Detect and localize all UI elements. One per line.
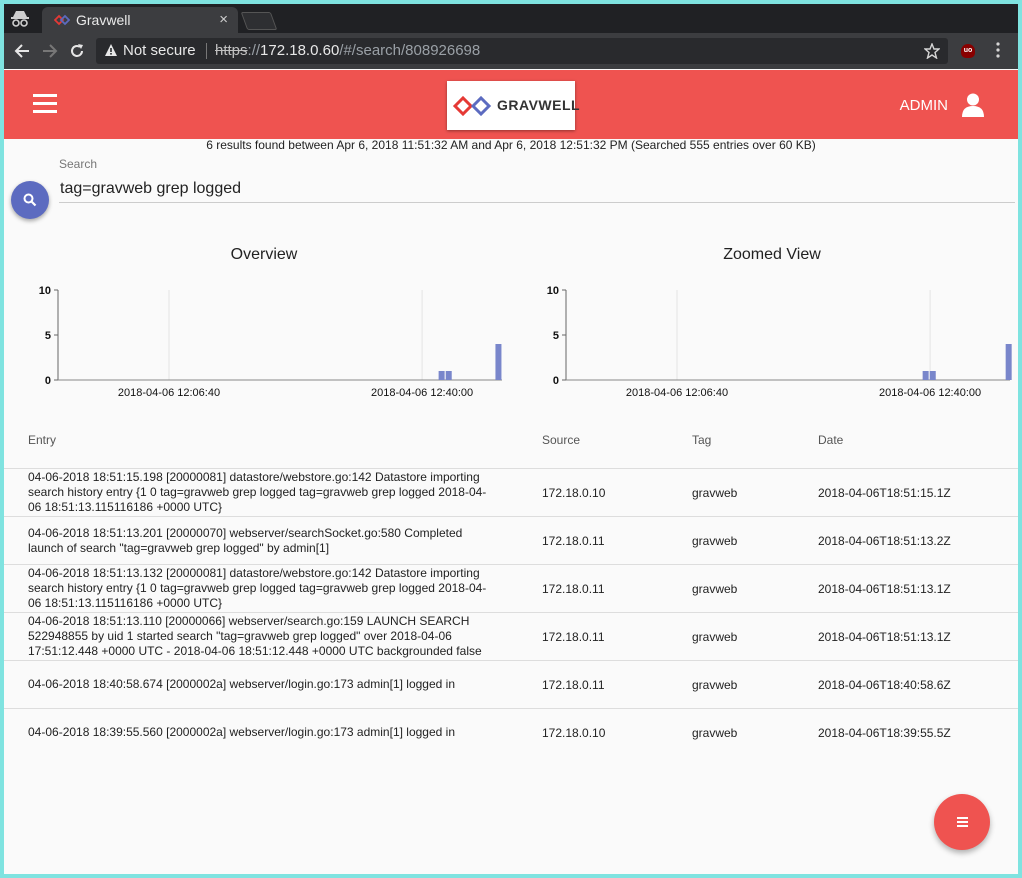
- url-host: 172.18.0.60: [260, 42, 340, 59]
- tab-close-icon[interactable]: ×: [219, 11, 228, 28]
- source-cell: 172.18.0.10: [542, 486, 606, 500]
- search-input[interactable]: [59, 176, 1015, 203]
- tab-strip: Gravwell ×: [4, 4, 1018, 33]
- source-cell: 172.18.0.11: [542, 534, 605, 548]
- tag-cell: gravweb: [692, 726, 738, 740]
- hamburger-icon[interactable]: [33, 94, 57, 114]
- y-tick-label: 10: [547, 285, 559, 297]
- column-header-source[interactable]: Source: [542, 433, 580, 447]
- column-header-entry[interactable]: Entry: [28, 433, 56, 447]
- table-row[interactable]: 04-06-2018 18:39:55.560 [2000002a] webse…: [4, 708, 1018, 757]
- security-label[interactable]: Not secure: [123, 42, 196, 59]
- tag-cell: gravweb: [692, 534, 738, 548]
- entry-cell: 04-06-2018 18:51:13.110 [20000066] webse…: [28, 614, 482, 658]
- chart-title: Overview: [230, 246, 298, 263]
- star-icon[interactable]: [924, 43, 940, 59]
- user-name[interactable]: ADMIN: [900, 97, 948, 114]
- logo-text: GRAVWELL: [497, 97, 581, 113]
- chart-bar[interactable]: [438, 371, 445, 380]
- gravwell-logo-icon: [453, 96, 492, 116]
- search-button[interactable]: [11, 181, 49, 219]
- url-path: /#/search/808926698: [339, 42, 481, 59]
- chart-title: Zoomed View: [723, 246, 821, 263]
- tab-title: Gravwell: [76, 12, 131, 28]
- results-summary: 6 results found between Apr 6, 2018 11:5…: [206, 138, 816, 152]
- chart-bar[interactable]: [1005, 344, 1012, 380]
- ublock-icon[interactable]: uo: [961, 44, 975, 58]
- gravwell-favicon-icon: [54, 14, 70, 26]
- column-header-date[interactable]: Date: [818, 433, 843, 447]
- entry-cell: 04-06-2018 18:40:58.674 [2000002a] webse…: [28, 677, 455, 691]
- table-row[interactable]: 04-06-2018 18:51:13.110 [20000066] webse…: [4, 612, 1018, 661]
- x-tick-label: 2018-04-06 12:06:40: [626, 387, 728, 399]
- arrow-left-icon[interactable]: [14, 43, 30, 59]
- url-text[interactable]: https://172.18.0.60/#/search/808926698: [215, 42, 480, 59]
- date-cell: 2018-04-06T18:51:13.2Z: [818, 534, 951, 548]
- reload-icon[interactable]: [69, 43, 85, 59]
- source-cell: 172.18.0.11: [542, 630, 605, 644]
- browser-tab[interactable]: Gravwell ×: [42, 7, 238, 33]
- tag-cell: gravweb: [692, 630, 738, 644]
- entry-cell: 04-06-2018 18:51:15.198 [20000081] datas…: [28, 470, 487, 514]
- y-tick-label: 5: [553, 330, 559, 342]
- address-divider: [206, 43, 207, 59]
- warning-icon: [105, 44, 117, 56]
- tag-cell: gravweb: [692, 582, 738, 596]
- x-tick-label: 2018-04-06 12:40:00: [371, 387, 473, 399]
- entry-cell: 04-06-2018 18:39:55.560 [2000002a] webse…: [28, 725, 455, 739]
- url-separator: ://: [247, 42, 261, 59]
- chart-bar[interactable]: [922, 371, 929, 380]
- chart-bar[interactable]: [929, 371, 936, 380]
- date-cell: 2018-04-06T18:51:13.1Z: [818, 582, 951, 596]
- fab-menu-button[interactable]: [934, 794, 990, 850]
- y-tick-label: 10: [39, 285, 51, 297]
- date-cell: 2018-04-06T18:51:13.1Z: [818, 630, 951, 644]
- y-tick-label: 0: [553, 375, 559, 387]
- entry-cell: 04-06-2018 18:51:13.201 [20000070] webse…: [28, 525, 463, 555]
- arrow-right-icon[interactable]: [42, 43, 58, 59]
- zoomed-chart[interactable]: Zoomed View 0 5 10 2018-04-06 12:06:40 2018-…: [532, 246, 1012, 406]
- source-cell: 172.18.0.11: [542, 582, 605, 596]
- y-tick-label: 0: [45, 375, 51, 387]
- source-cell: 172.18.0.11: [542, 678, 605, 692]
- date-cell: 2018-04-06T18:51:15.1Z: [818, 486, 951, 500]
- url-scheme: https: [215, 42, 248, 59]
- table-row[interactable]: 04-06-2018 18:40:58.674 [2000002a] webse…: [4, 660, 1018, 709]
- source-cell: 172.18.0.10: [542, 726, 606, 740]
- date-cell: 2018-04-06T18:39:55.5Z: [818, 726, 951, 740]
- gravwell-logo[interactable]: GRAVWELL: [447, 81, 580, 130]
- x-tick-label: 2018-04-06 12:06:40: [118, 387, 220, 399]
- entry-cell: 04-06-2018 18:51:13.132 [20000081] datas…: [28, 566, 487, 610]
- kebab-icon[interactable]: [996, 42, 1000, 58]
- address-bar[interactable]: Not secure https://172.18.0.60/#/search/…: [96, 38, 948, 64]
- table-row[interactable]: 04-06-2018 18:51:13.132 [20000081] datas…: [4, 564, 1018, 613]
- incognito-icon: [11, 11, 29, 27]
- date-cell: 2018-04-06T18:40:58.6Z: [818, 678, 951, 692]
- tag-cell: gravweb: [692, 486, 738, 500]
- y-tick-label: 5: [45, 330, 51, 342]
- column-header-tag[interactable]: Tag: [692, 433, 711, 447]
- overview-chart[interactable]: Overview 0 5 10 2018-04-06 12:06:40 2018-04-…: [24, 246, 504, 406]
- browser-toolbar: Not secure https://172.18.0.60/#/search/…: [4, 33, 1018, 69]
- search-icon: [23, 193, 37, 207]
- chart-bar[interactable]: [495, 344, 502, 380]
- user-icon[interactable]: [962, 93, 984, 117]
- overview-plot[interactable]: 0 5 10 2018-04-06 12:06:40 2018-04-06 12:40:…: [24, 276, 504, 406]
- new-tab-button[interactable]: [240, 12, 278, 30]
- x-tick-label: 2018-04-06 12:40:00: [879, 387, 981, 399]
- search-label: Search: [59, 157, 98, 171]
- chart-bar[interactable]: [445, 371, 452, 380]
- app-header: GRAVWELL ADMIN: [4, 70, 1018, 139]
- browser-window: Gravwell × Not secure https://172.18.0.6…: [4, 4, 1018, 874]
- zoomed-plot[interactable]: 0 5 10 2018-04-06 12:06:40 2018-04-06 12:40:…: [532, 276, 1012, 406]
- tag-cell: gravweb: [692, 678, 738, 692]
- table-row[interactable]: 04-06-2018 18:51:13.201 [20000070] webse…: [4, 516, 1018, 565]
- table-row[interactable]: 04-06-2018 18:51:15.198 [20000081] datas…: [4, 468, 1018, 517]
